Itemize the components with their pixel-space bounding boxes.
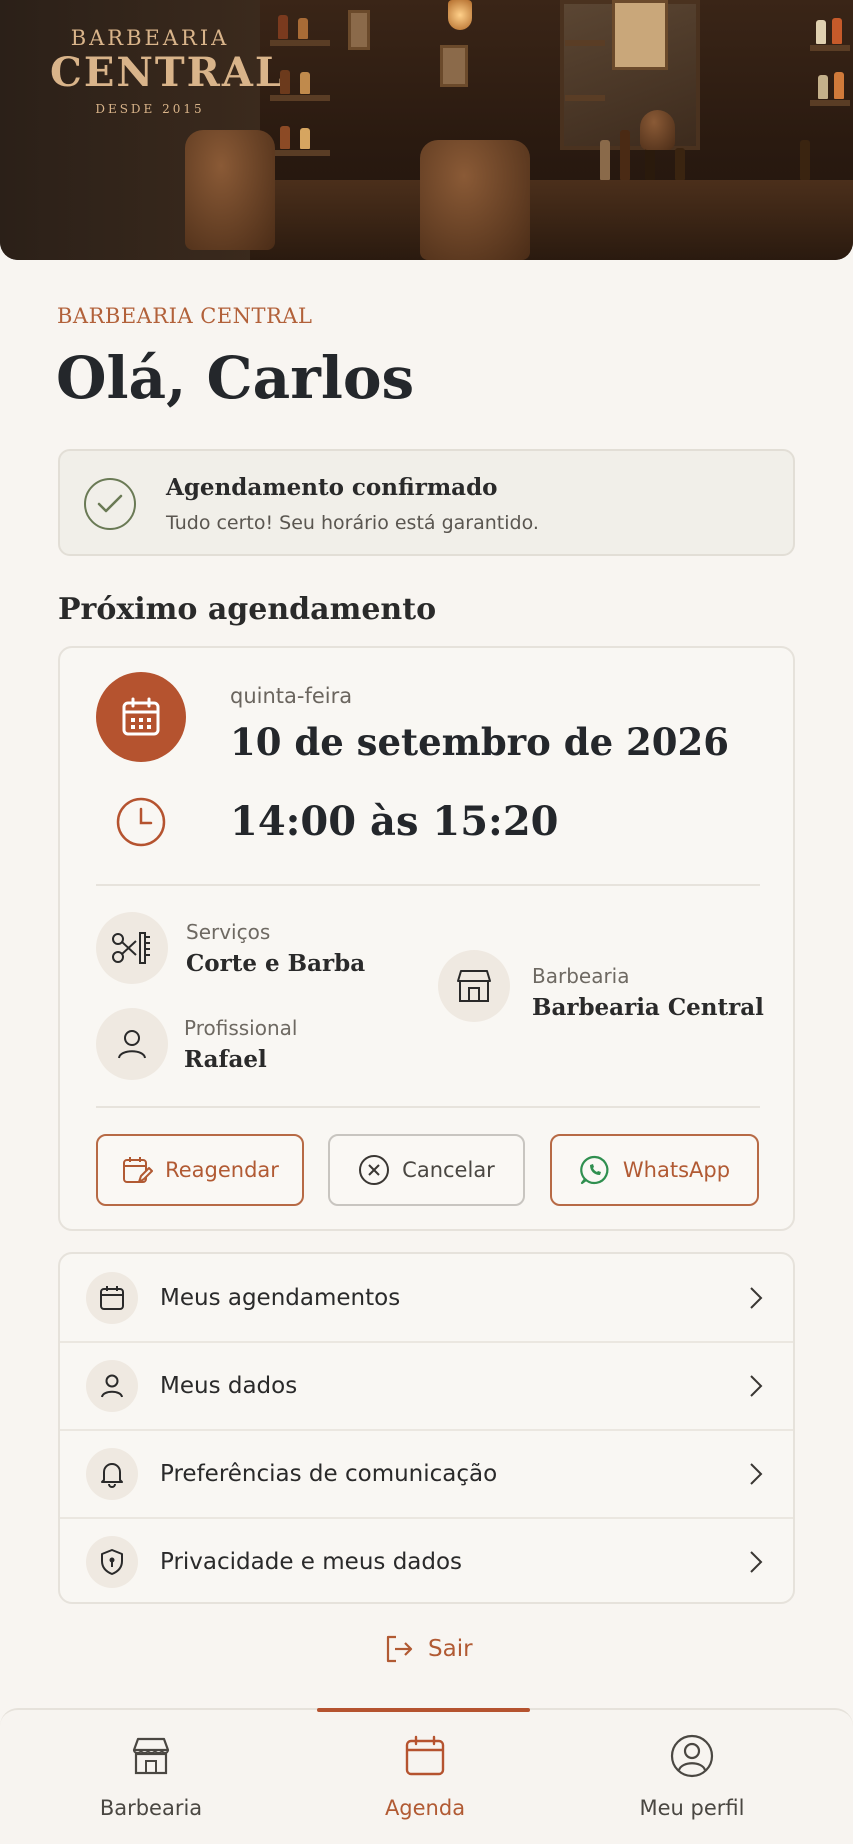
check-circle-icon [84, 478, 136, 530]
logout-button[interactable]: Sair [384, 1634, 473, 1664]
services-label: Serviços [186, 920, 271, 944]
user-icon [96, 1008, 168, 1080]
whatsapp-icon [580, 1155, 609, 1185]
calendar-icon [96, 672, 186, 762]
greeting-title: Olá, Carlos [56, 344, 415, 412]
chevron-right-icon [750, 1551, 763, 1573]
whatsapp-button[interactable]: WhatsApp [550, 1134, 759, 1206]
confirmation-banner: Agendamento confirmado Tudo certo! Seu h… [58, 449, 795, 556]
profile-icon [592, 1732, 792, 1780]
professional-label: Profissional [184, 1016, 298, 1040]
menu-item-label: Preferências de comunicação [160, 1461, 498, 1487]
barbershop-sign: BARBEARIA CENTRAL DESDE 2015 [50, 26, 286, 116]
tab-agenda[interactable]: Agenda [325, 1732, 525, 1820]
next-appointment-title: Próximo agendamento [58, 592, 437, 627]
store-icon [438, 950, 510, 1022]
menu-item-my-data[interactable]: Meus dados [60, 1342, 793, 1430]
bottom-tab-bar: Barbearia Agenda Meu perfil [0, 1708, 853, 1844]
tab-label: Meu perfil [639, 1796, 745, 1820]
chevron-right-icon [750, 1463, 763, 1485]
scissors-comb-icon [96, 912, 168, 984]
reschedule-label: Reagendar [165, 1158, 279, 1182]
menu-item-appointments[interactable]: Meus agendamentos [60, 1254, 793, 1342]
calendar-icon [325, 1732, 525, 1780]
calendar-edit-icon [123, 1157, 154, 1183]
reschedule-button[interactable]: Reagendar [96, 1134, 304, 1206]
appointment-time: 14:00 às 15:20 [230, 798, 559, 845]
shop-value: Barbearia Central [532, 994, 764, 1021]
logout-label: Sair [428, 1636, 473, 1662]
tab-label: Agenda [384, 1796, 466, 1820]
close-circle-icon [359, 1155, 390, 1185]
menu-item-label: Meus agendamentos [160, 1285, 401, 1311]
menu-item-communication-preferences[interactable]: Preferências de comunicação [60, 1430, 793, 1518]
tab-meu-perfil[interactable]: Meu perfil [592, 1732, 792, 1820]
shop-label: Barbearia [532, 964, 630, 988]
confirmation-title: Agendamento confirmado [166, 474, 498, 501]
hero-image: BARBEARIA CENTRAL DESDE 2015 [0, 0, 853, 260]
menu-item-privacy[interactable]: Privacidade e meus dados [60, 1518, 793, 1602]
user-icon [86, 1360, 138, 1412]
appointment-date: 10 de setembro de 2026 [230, 720, 730, 764]
menu-item-label: Meus dados [160, 1373, 298, 1399]
appointment-weekday: quinta-feira [230, 684, 353, 708]
appointment-card: quinta-feira 10 de setembro de 2026 14:0… [58, 646, 795, 1231]
divider [96, 1106, 760, 1108]
logout-icon [386, 1635, 413, 1663]
tab-label: Barbearia [99, 1796, 203, 1820]
clock-icon [116, 797, 166, 847]
shield-icon [86, 1536, 138, 1588]
services-value: Corte e Barba [186, 950, 366, 977]
account-menu: Meus agendamentos Meus dados Preferência… [58, 1252, 795, 1604]
brand-label: BARBEARIA CENTRAL [57, 304, 313, 328]
divider [96, 884, 760, 886]
tab-barbearia[interactable]: Barbearia [51, 1732, 251, 1820]
confirmation-subtitle: Tudo certo! Seu horário está garantido. [166, 512, 539, 534]
whatsapp-label: WhatsApp [622, 1158, 731, 1182]
professional-value: Rafael [184, 1046, 267, 1073]
menu-item-label: Privacidade e meus dados [160, 1549, 463, 1575]
chevron-right-icon [750, 1287, 763, 1309]
active-tab-indicator [317, 1708, 530, 1712]
store-icon [51, 1732, 251, 1780]
chevron-right-icon [750, 1375, 763, 1397]
cancel-label: Cancelar [402, 1158, 495, 1182]
cancel-button[interactable]: Cancelar [328, 1134, 525, 1206]
bell-icon [86, 1448, 138, 1500]
calendar-icon [86, 1272, 138, 1324]
